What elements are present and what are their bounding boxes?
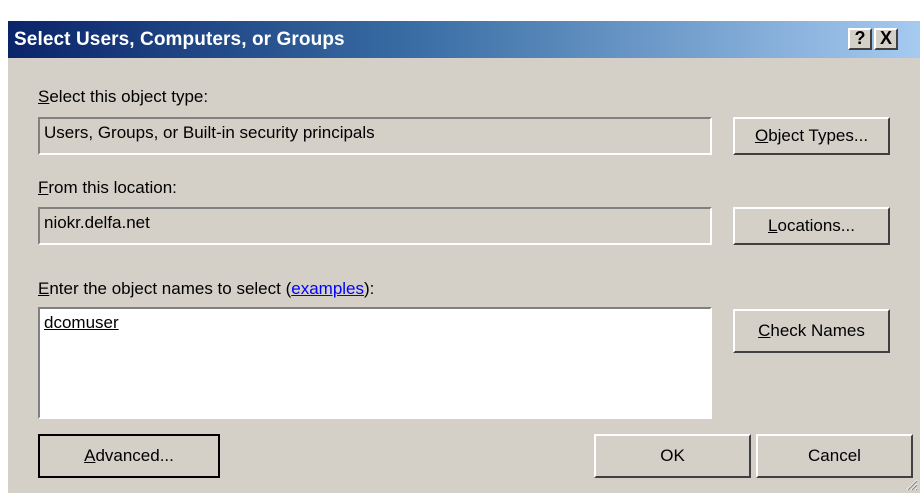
cancel-button[interactable]: Cancel (756, 434, 913, 478)
advanced-button-mnemonic: A (84, 446, 96, 465)
location-value: niokr.delfa.net (44, 213, 150, 232)
check-names-button-mnemonic: C (758, 321, 771, 340)
window-title: Select Users, Computers, or Groups (14, 29, 345, 50)
object-names-label-end: ): (364, 279, 375, 298)
location-label: From this location: (38, 178, 177, 198)
object-type-label-mnemonic: S (38, 87, 50, 106)
advanced-button[interactable]: Advanced... (38, 434, 220, 478)
object-types-button-mnemonic: O (754, 126, 769, 145)
locations-button[interactable]: Locations... (733, 207, 890, 245)
object-names-label-mnemonic: E (38, 279, 50, 298)
select-users-dialog: Select Users, Computers, or Groups ? X S… (8, 21, 920, 493)
examples-link[interactable]: examples (291, 279, 364, 298)
location-label-text: rom this location: (48, 178, 177, 197)
locations-button-label: ocations... (777, 216, 855, 235)
object-names-label-text: nter the object names to select ( (49, 279, 292, 298)
check-names-button-label: heck Names (770, 321, 865, 340)
location-label-mnemonic: F (38, 178, 49, 197)
object-name-entry[interactable]: dcomuser (44, 313, 119, 333)
cancel-button-label: Cancel (808, 446, 861, 465)
object-type-value: Users, Groups, or Built-in security prin… (44, 123, 375, 142)
object-types-button[interactable]: Object Types... (733, 117, 890, 155)
object-type-label: Select this object type: (38, 87, 208, 107)
ok-button-label: OK (660, 446, 685, 465)
help-icon[interactable]: ? (848, 28, 872, 50)
object-type-field: Users, Groups, or Built-in security prin… (38, 117, 712, 155)
resize-grip-icon[interactable] (904, 477, 918, 491)
check-names-button[interactable]: Check Names (733, 309, 890, 353)
title-bar[interactable]: Select Users, Computers, or Groups ? X (8, 21, 920, 58)
location-field: niokr.delfa.net (38, 207, 712, 245)
object-types-button-label: bject Types... (768, 126, 869, 145)
ok-button[interactable]: OK (594, 434, 751, 478)
advanced-button-label: dvanced... (95, 446, 174, 465)
object-type-label-text: elect this object type: (49, 87, 209, 106)
object-names-label: Enter the object names to select (exampl… (38, 279, 374, 299)
close-icon[interactable]: X (874, 28, 898, 50)
object-names-input[interactable]: dcomuser (38, 307, 712, 419)
